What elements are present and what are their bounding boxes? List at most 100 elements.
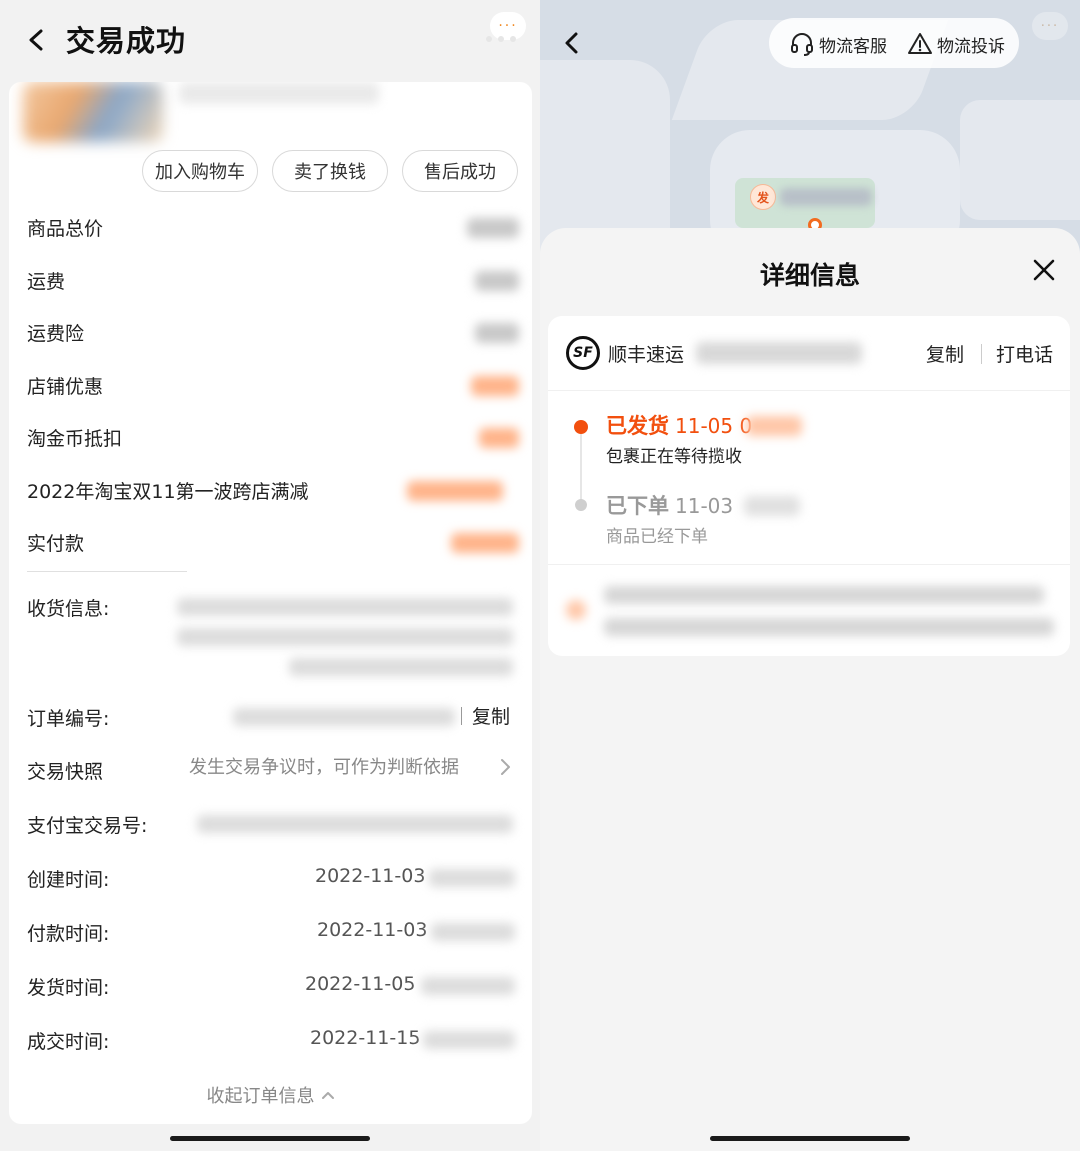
collapse-label: 收起订单信息: [206, 1086, 315, 1107]
call-carrier-button[interactable]: 打电话: [996, 340, 1053, 367]
snapshot-hint: 发生交易争议时，可作为判断依据: [189, 757, 459, 778]
address-line-blurred: [604, 586, 1044, 604]
timeline-desc: 商品已经下单: [606, 527, 708, 547]
closed-date: 2022-11-15: [310, 1027, 421, 1049]
chevron-right-icon: [501, 759, 510, 775]
value-blurred: [407, 481, 503, 501]
row-label: 2022年淘宝双11第一波跨店满减: [27, 481, 309, 503]
paid-date: 2022-11-03: [317, 919, 428, 941]
logistics-customer-service-button[interactable]: 物流客服: [789, 32, 887, 57]
price-row-shipping: 运费: [27, 263, 522, 297]
chevron-up-icon: [321, 1092, 334, 1099]
price-row-shop-discount: 店铺优惠: [27, 368, 522, 402]
logistics-screen: 发 物流客服 物流投诉 ··· 详细信息 SF 顺丰速运 复制 打电话 已发货 …: [540, 0, 1080, 1151]
page-title: 交易成功: [66, 24, 187, 58]
collapse-order-info-button[interactable]: 收起订单信息: [9, 1082, 532, 1108]
row-label: 实付款: [27, 533, 85, 555]
add-to-cart-button[interactable]: 加入购物车: [142, 150, 258, 192]
product-title-blurred: [179, 82, 379, 104]
copy-label: 复制: [472, 706, 511, 728]
service-label: 物流客服: [819, 36, 887, 57]
address-pin-icon: [566, 600, 586, 620]
order-number-blurred: [233, 708, 455, 726]
price-row-double11-discount: 2022年淘宝双11第一波跨店满减: [27, 473, 522, 507]
price-row-paid: 实付款: [27, 525, 522, 559]
row-label: 运费: [27, 271, 66, 293]
divider: [548, 564, 1070, 565]
alipay-number-blurred: [197, 815, 513, 833]
order-info-card: 加入购物车 卖了换钱 售后成功 商品总价 运费 运费险 店铺优惠 淘金币抵扣 2…: [9, 82, 532, 1124]
origin-label-blurred: [780, 188, 872, 206]
value-blurred: [471, 376, 519, 396]
warning-icon: [908, 33, 932, 54]
divider: [548, 390, 1070, 391]
shipment-card: SF 顺丰速运 复制 打电话 已发货 11-05 0 包裹正在等待揽收 已下单 11…: [548, 316, 1070, 656]
timeline-status-shipped: 已发货 11-05 0: [606, 410, 752, 440]
row-label: 创建时间:: [27, 869, 110, 891]
row-label: 运费险: [27, 323, 85, 345]
address-line-blurred: [289, 658, 513, 676]
price-row-insurance: 运费险: [27, 315, 522, 349]
status-date: 11-03: [675, 494, 734, 518]
after-sale-button[interactable]: 售后成功: [402, 150, 518, 192]
product-thumbnail[interactable]: [23, 82, 163, 142]
address-line-blurred: [177, 628, 513, 646]
time-blurred: [746, 416, 802, 436]
status-text: 已发货: [606, 414, 669, 438]
chevron-left-icon: [29, 29, 43, 51]
price-row-total: 商品总价: [27, 210, 522, 244]
sf-express-logo-icon: SF: [566, 336, 600, 370]
carrier-name: 顺丰速运: [608, 344, 685, 366]
timeline-desc: 包裹正在等待揽收: [606, 447, 742, 467]
more-button[interactable]: ···: [1032, 12, 1068, 40]
shipped-date: 2022-11-05: [305, 973, 416, 995]
value-blurred: [475, 271, 519, 291]
value-blurred: [451, 533, 519, 553]
row-label: 交易快照: [27, 761, 104, 783]
time-blurred: [423, 1031, 515, 1049]
home-indicator[interactable]: [710, 1136, 910, 1141]
row-label: 淘金币抵扣: [27, 428, 123, 450]
detail-sheet: 详细信息 SF 顺丰速运 复制 打电话 已发货 11-05 0 包裹正在等待揽收 …: [540, 228, 1080, 1151]
timeline-dot-active: [574, 420, 588, 434]
map-land: [960, 100, 1080, 220]
ship-origin-marker[interactable]: 发: [750, 184, 776, 210]
timeline-status-ordered: 已下单 11-03: [606, 490, 733, 520]
timeline-dot-done: [575, 499, 587, 511]
row-label: 付款时间:: [27, 923, 110, 945]
home-indicator[interactable]: [170, 1136, 370, 1141]
row-label: 支付宝交易号:: [27, 815, 148, 837]
headset-icon: [791, 33, 813, 56]
sell-for-cash-button[interactable]: 卖了换钱: [272, 150, 388, 192]
back-button[interactable]: [20, 24, 52, 56]
value-blurred: [479, 428, 519, 448]
row-label: 收货信息:: [27, 598, 110, 620]
copy-tracking-button[interactable]: 复制: [926, 340, 964, 367]
address-line-blurred: [177, 598, 513, 616]
row-label: 商品总价: [27, 218, 104, 240]
row-label: 订单编号:: [27, 708, 110, 730]
logistics-service-bar: 物流客服 物流投诉: [769, 18, 1019, 68]
divider: [981, 344, 982, 364]
header: 交易成功 ···: [0, 0, 540, 80]
status-date: 11-05 0: [675, 414, 753, 438]
more-dots-decoration: [484, 36, 524, 44]
service-label: 物流投诉: [937, 36, 1005, 57]
copy-order-number-button[interactable]: 复制: [461, 702, 510, 729]
time-blurred: [744, 496, 800, 516]
address-line-blurred: [604, 618, 1054, 636]
row-label: 店铺优惠: [27, 376, 104, 398]
time-blurred: [431, 923, 515, 941]
row-label: 成交时间:: [27, 1031, 110, 1053]
value-blurred: [467, 218, 519, 238]
close-icon[interactable]: [1030, 256, 1058, 284]
status-text: 已下单: [606, 494, 669, 518]
logistics-complaint-button[interactable]: 物流投诉: [907, 32, 1005, 57]
price-row-coin-deduction: 淘金币抵扣: [27, 420, 522, 454]
back-button[interactable]: [560, 30, 584, 56]
row-label: 发货时间:: [27, 977, 110, 999]
tracking-number-blurred: [696, 342, 862, 364]
value-blurred: [475, 323, 519, 343]
time-blurred: [429, 869, 515, 887]
created-date: 2022-11-03: [315, 865, 426, 887]
